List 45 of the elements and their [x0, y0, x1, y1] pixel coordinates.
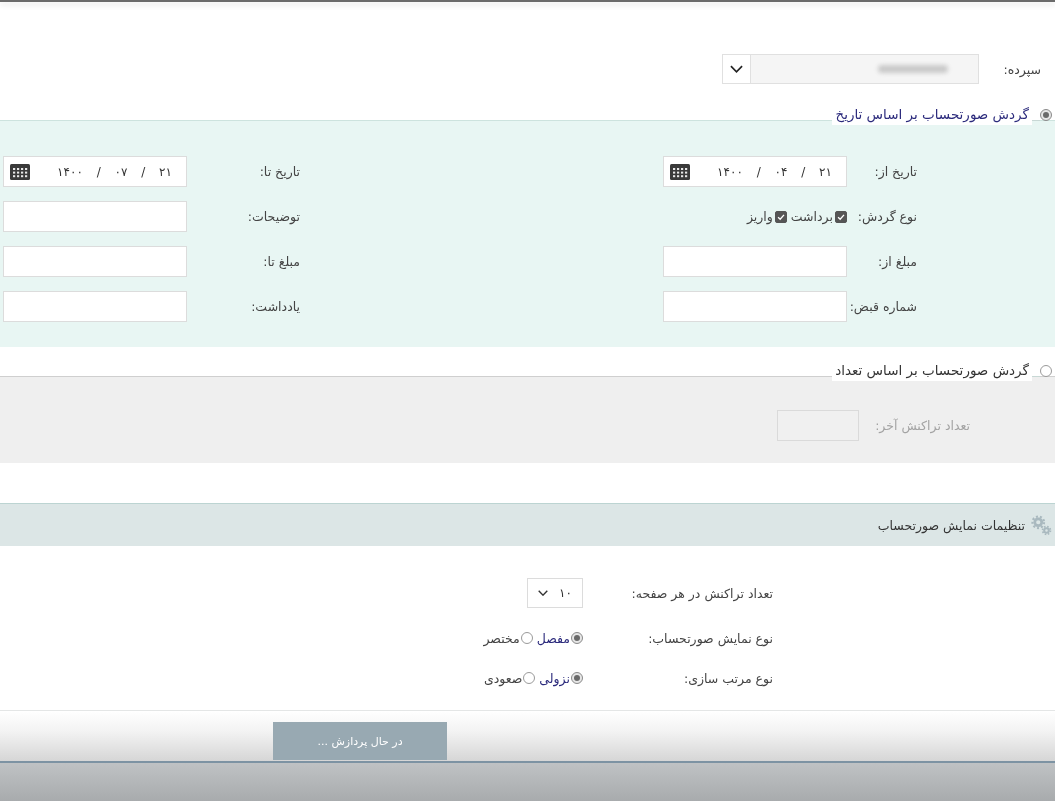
checkbox[interactable] — [835, 210, 847, 223]
radio-label: صعودی — [483, 670, 523, 686]
radio-button[interactable] — [523, 672, 536, 684]
radio-button[interactable] — [1040, 365, 1052, 377]
field-label: مبلغ از: — [877, 254, 917, 269]
input-field[interactable] — [3, 246, 187, 277]
field-label: نوع مرتب سازی: — [683, 670, 773, 686]
field-label: تاریخ تا: — [258, 164, 300, 179]
input-field[interactable] — [663, 291, 847, 322]
checkbox-label: واریز — [746, 209, 773, 224]
date-field[interactable]: ۲۱ / ۰۷ / ۱۴۰۰ — [3, 156, 187, 187]
radio-button[interactable] — [520, 632, 533, 644]
gears-icon — [1030, 514, 1052, 536]
input-field[interactable] — [3, 291, 187, 322]
chevron-down-icon — [538, 590, 548, 596]
field-label: سپرده: — [1002, 61, 1041, 77]
radio-label: مختصر — [483, 630, 520, 646]
calendar-icon — [10, 163, 30, 180]
field-label: شماره قبض: — [848, 299, 917, 314]
account-dropdown[interactable] — [722, 54, 979, 84]
radio-button[interactable] — [1040, 109, 1052, 121]
radio-button[interactable] — [571, 632, 583, 644]
section-title: تنظیمات نمایش صورتحساب — [877, 517, 1025, 533]
field-label: توضیحات: — [246, 209, 300, 224]
field-label: تاریخ از: — [873, 164, 917, 179]
radio-label: مفصل — [536, 630, 570, 646]
field-label: تعداد تراکنش در هر صفحه: — [630, 585, 773, 601]
field-label: تعداد تراکنش آخر: — [875, 418, 970, 433]
checkbox-label: برداشت — [790, 209, 833, 224]
field-label: یادداشت: — [250, 299, 300, 314]
section-legend: گردش صورتحساب بر اساس تاریخ — [832, 105, 1032, 125]
checkbox[interactable] — [774, 210, 787, 223]
blurred-value — [878, 65, 948, 73]
page-size-select[interactable]: ۱۰ — [527, 578, 583, 608]
chevron-down-icon — [730, 65, 743, 73]
section-legend: گردش صورتحساب بر اساس تعداد — [832, 361, 1032, 381]
calendar-icon — [670, 163, 690, 180]
field-label: نوع گردش: — [856, 209, 917, 224]
radio-label: نزولی — [539, 670, 570, 686]
field-label: مبلغ تا: — [262, 254, 300, 269]
field-label: نوع نمایش صورتحساب: — [647, 630, 773, 646]
radio-button[interactable] — [571, 672, 583, 684]
date-field[interactable]: ۲۱ / ۰۴ / ۱۴۰۰ — [663, 156, 847, 187]
input-field[interactable] — [3, 201, 187, 232]
input-field[interactable] — [663, 246, 847, 277]
